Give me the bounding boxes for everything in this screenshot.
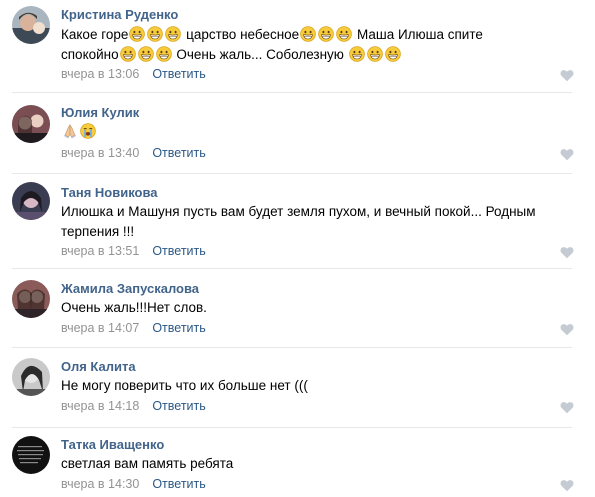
grinning-emoji-icon bbox=[120, 46, 136, 62]
grinning-emoji-icon bbox=[349, 46, 365, 62]
avatar[interactable] bbox=[12, 436, 50, 474]
comment-timestamp[interactable]: вчера в 14:07 bbox=[61, 321, 139, 335]
avatar[interactable] bbox=[12, 182, 50, 220]
comment-author[interactable]: Кристина Руденко bbox=[61, 7, 178, 22]
comment-meta: вчера в 13:51 Ответить bbox=[61, 244, 206, 258]
heart-icon[interactable] bbox=[560, 246, 574, 259]
comment-item: Таня Новикова Илюшка и Машуня пусть вам … bbox=[0, 174, 595, 266]
comment-author[interactable]: Татка Иващенко bbox=[61, 437, 164, 452]
grinning-emoji-icon bbox=[318, 26, 334, 42]
avatar[interactable] bbox=[12, 6, 50, 44]
heart-icon[interactable] bbox=[560, 148, 574, 161]
grinning-emoji-icon bbox=[385, 46, 401, 62]
comment-meta: вчера в 13:06 Ответить bbox=[61, 67, 206, 81]
grinning-emoji-icon bbox=[367, 46, 383, 62]
comments-list: Кристина Руденко Какое горе царство небе… bbox=[0, 0, 595, 497]
comment-text: светлая вам память ребята bbox=[61, 456, 234, 471]
grinning-emoji-icon bbox=[336, 26, 352, 42]
reply-button[interactable]: Ответить bbox=[152, 67, 205, 81]
grinning-emoji-icon bbox=[129, 26, 145, 42]
comment-author[interactable]: Оля Калита bbox=[61, 359, 136, 374]
comment-text: Не могу поверить что их больше нет ((( bbox=[61, 378, 308, 393]
loudly-crying-emoji-icon bbox=[80, 123, 96, 139]
avatar[interactable] bbox=[12, 105, 50, 143]
heart-icon[interactable] bbox=[560, 401, 574, 414]
heart-icon[interactable] bbox=[560, 479, 574, 492]
grinning-emoji-icon bbox=[300, 26, 316, 42]
reply-button[interactable]: Ответить bbox=[152, 321, 205, 335]
reply-button[interactable]: Ответить bbox=[152, 477, 205, 491]
avatar[interactable] bbox=[12, 280, 50, 318]
comment-text: Очень жаль!!!Нет слов. bbox=[61, 300, 207, 315]
comment-meta: вчера в 14:07 Ответить bbox=[61, 321, 206, 335]
grinning-emoji-icon bbox=[156, 46, 172, 62]
grinning-emoji-icon bbox=[138, 46, 154, 62]
comment-timestamp[interactable]: вчера в 13:51 bbox=[61, 244, 139, 258]
comment-item: Кристина Руденко Какое горе царство небе… bbox=[0, 0, 595, 91]
comment-item: Татка Иващенко светлая вам память ребята… bbox=[0, 428, 595, 497]
comment-item: Жамила Запускалова Очень жаль!!!Нет слов… bbox=[0, 269, 595, 347]
comment-item: Юлия Кулик вчера в 13:40 Ответить bbox=[0, 93, 595, 173]
heart-icon[interactable] bbox=[560, 323, 574, 336]
comment-meta: вчера в 14:30 Ответить bbox=[61, 477, 206, 491]
reply-button[interactable]: Ответить bbox=[152, 146, 205, 160]
comment-timestamp[interactable]: вчера в 14:18 bbox=[61, 399, 139, 413]
comment-item: Оля Калита Не могу поверить что их больш… bbox=[0, 348, 595, 427]
comment-author[interactable]: Юлия Кулик bbox=[61, 105, 139, 120]
reply-button[interactable]: Ответить bbox=[152, 399, 205, 413]
comment-timestamp[interactable]: вчера в 13:40 bbox=[61, 146, 139, 160]
avatar[interactable] bbox=[12, 358, 50, 396]
comment-meta: вчера в 14:18 Ответить bbox=[61, 399, 206, 413]
comment-timestamp[interactable]: вчера в 13:06 bbox=[61, 67, 139, 81]
comment-text: Илюшка и Машуня пусть вам будет земля пу… bbox=[61, 204, 536, 239]
reply-button[interactable]: Ответить bbox=[152, 244, 205, 258]
grinning-emoji-icon bbox=[165, 26, 181, 42]
comment-author[interactable]: Таня Новикова bbox=[61, 185, 158, 200]
heart-icon[interactable] bbox=[560, 69, 574, 82]
comment-timestamp[interactable]: вчера в 14:30 bbox=[61, 477, 139, 491]
comment-author[interactable]: Жамила Запускалова bbox=[61, 281, 199, 296]
comment-text: Какое горе царство небесное Маша Илюша с… bbox=[61, 26, 483, 62]
comment-text bbox=[61, 122, 581, 142]
comment-meta: вчера в 13:40 Ответить bbox=[61, 146, 206, 160]
folded-hands-emoji-icon bbox=[62, 123, 78, 139]
grinning-emoji-icon bbox=[147, 26, 163, 42]
